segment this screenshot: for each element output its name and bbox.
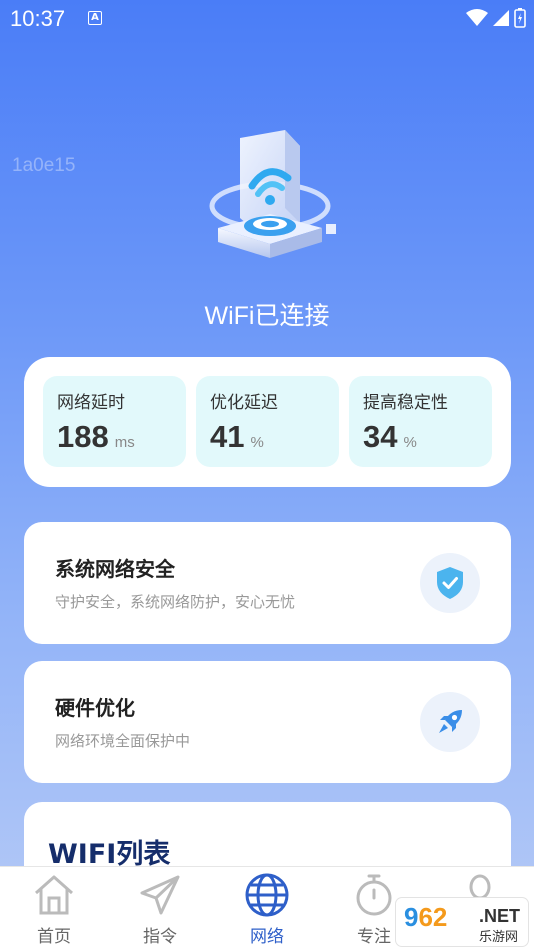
status-time: 10:37 [10, 6, 66, 31]
nav-network[interactable]: 网络 [227, 871, 307, 949]
nav-label: 指令 [143, 927, 177, 947]
feature-subtitle: 守护安全，系统网络防护，安心无忧 [55, 593, 296, 611]
site-logo-number: 962 [404, 902, 448, 932]
stopwatch-icon [356, 874, 392, 916]
feature-subtitle: 网络环境全面保护中 [55, 732, 191, 750]
connection-status-title: WiFi已连接 [204, 302, 330, 330]
stat-number: 34 [363, 419, 398, 454]
hardware-optimize-button[interactable] [420, 692, 480, 752]
feature-title: 系统网络安全 [55, 557, 175, 581]
stat-label: 提高稳定性 [363, 393, 448, 413]
site-logo-name: 乐游网 [478, 930, 518, 945]
paper-plane-icon [140, 875, 180, 915]
wifi-router-illustration [209, 130, 336, 258]
network-security-button[interactable] [420, 553, 480, 613]
stat-number: 188 [57, 419, 109, 454]
stat-label: 优化延迟 [210, 393, 278, 413]
stat-latency: 网络延时 188 ms [43, 376, 186, 467]
hardware-optimize-card[interactable]: 硬件优化 网络环境全面保护中 [24, 661, 511, 783]
status-bar: 10:37 A [0, 0, 534, 36]
stat-value: 34% [363, 419, 417, 455]
shield-check-icon [437, 567, 463, 599]
wifi-signal-icon [466, 9, 488, 26]
battery-icon [514, 8, 526, 28]
home-icon [35, 875, 73, 915]
cell-signal-icon [493, 10, 509, 26]
network-security-card[interactable]: 系统网络安全 守护安全，系统网络防护，安心无忧 [24, 522, 511, 644]
site-watermark-logo: 962 .NET 乐游网 [396, 898, 528, 946]
notification-icon: A [88, 11, 102, 25]
nav-commands[interactable]: 指令 [120, 871, 200, 949]
watermark-id: 1a0e15 [12, 155, 76, 176]
nav-label: 首页 [37, 927, 71, 947]
stat-value: 41% [210, 419, 264, 455]
feature-title: 硬件优化 [55, 696, 135, 720]
stat-number: 41 [210, 419, 245, 454]
status-icons [466, 8, 526, 28]
site-logo-net: .NET [478, 906, 520, 926]
stat-unit: % [250, 434, 264, 451]
stat-optimize-delay: 优化延迟 41% [196, 376, 339, 467]
stat-unit: ms [114, 434, 135, 451]
globe-icon [245, 873, 289, 917]
stat-value: 188 ms [57, 419, 135, 455]
rocket-icon [439, 710, 462, 733]
stats-card: 网络延时 188 ms 优化延迟 41% 提高稳定性 34% [24, 357, 511, 487]
stat-unit: % [403, 434, 417, 451]
stat-stability: 提高稳定性 34% [349, 376, 492, 467]
stat-label: 网络延时 [57, 393, 125, 413]
nav-label: 网络 [250, 927, 284, 947]
nav-home[interactable]: 首页 [14, 871, 94, 949]
